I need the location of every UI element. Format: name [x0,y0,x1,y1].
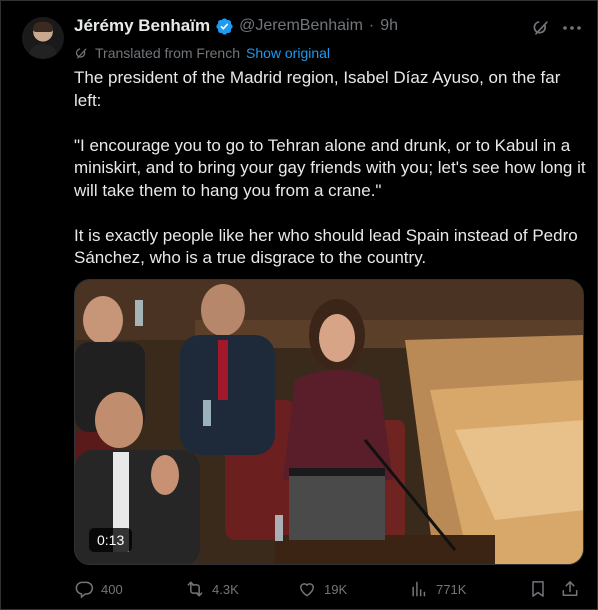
share-icon [562,581,578,596]
views-button[interactable]: 771K [409,577,466,601]
heart-icon [299,583,315,597]
like-count: 19K [324,581,348,597]
share-button[interactable] [560,577,580,601]
separator-dot: · [368,17,375,34]
reply-button[interactable]: 400 [74,577,123,601]
video-duration-badge: 0:13 [89,528,133,552]
views-count: 771K [436,581,467,597]
reply-count: 400 [101,581,123,597]
grok-icon[interactable] [531,18,551,38]
translate-icon [75,47,87,58]
tweet-text: The president of the Madrid region, Isab… [74,67,586,270]
tweet-card[interactable]: Jérémy Benhaïm @JeremBenhaim · 9h Transl… [0,0,598,610]
avatar[interactable] [22,17,64,59]
show-original-link[interactable]: Show original [246,45,330,61]
more-icon[interactable] [560,16,584,40]
tweet-paragraph: "I encourage you to go to Tehran alone a… [74,135,586,200]
tweet-header: Jérémy Benhaïm @JeremBenhaim · 9h [74,15,398,37]
views-icon [412,581,426,597]
repost-icon [187,581,203,597]
verified-badge-icon [216,17,233,35]
video-frame [75,280,583,564]
timestamp[interactable]: 9h [380,17,398,35]
author-handle[interactable]: @JeremBenhaim [239,17,363,35]
repost-button[interactable]: 4.3K [185,577,239,601]
action-bar: 400 4.3K 19K 771K [74,577,586,601]
bookmark-icon [532,581,544,597]
video-player[interactable] [74,279,584,565]
repost-count: 4.3K [212,581,239,597]
like-button[interactable]: 19K [297,577,347,601]
translation-notice: Translated from French Show original [74,44,330,62]
author-name[interactable]: Jérémy Benhaïm [74,16,210,36]
tweet-paragraph: The president of the Madrid region, Isab… [74,68,561,110]
translated-label: Translated from French [95,45,240,61]
reply-icon [75,581,94,599]
tweet-paragraph: It is exactly people like her who should… [74,225,578,268]
bookmark-button[interactable] [528,577,548,601]
